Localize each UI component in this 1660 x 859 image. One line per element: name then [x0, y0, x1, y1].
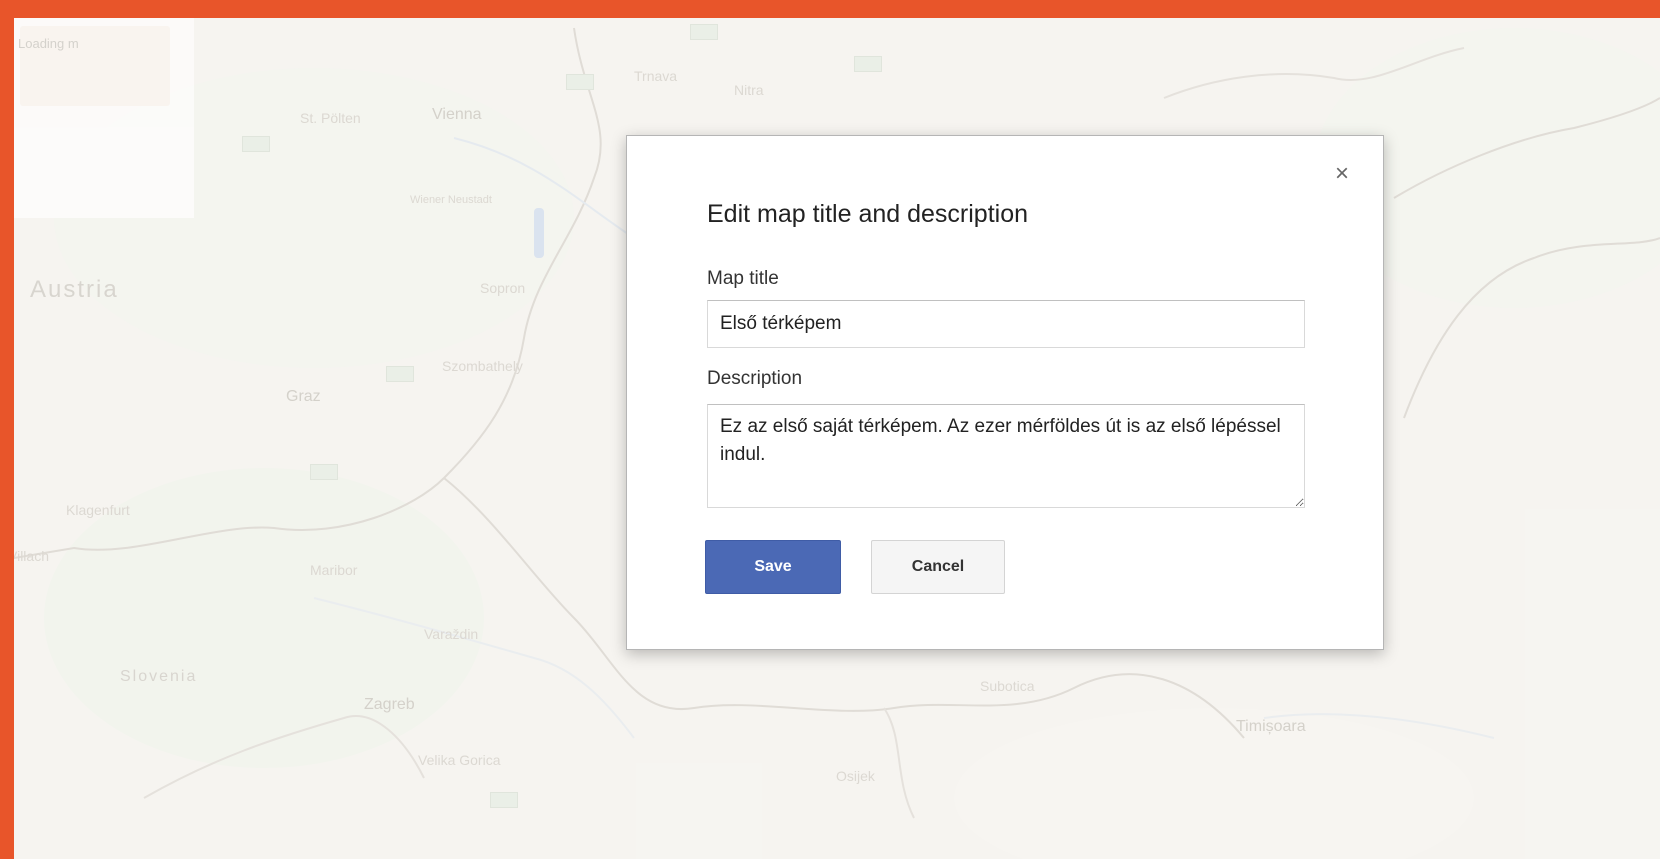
description-textarea[interactable]: Ez az első saját térképem. Az ezer mérfö… — [707, 404, 1305, 508]
map-title-input[interactable] — [707, 300, 1305, 348]
close-icon[interactable]: × — [1335, 162, 1349, 186]
description-label: Description — [707, 368, 803, 389]
map-canvas[interactable]: Loading m Austria Vienna St. Pölten Wien… — [14, 18, 1660, 859]
map-title-label: Map title — [707, 268, 779, 289]
cancel-button[interactable]: Cancel — [871, 540, 1005, 594]
dialog-title: Edit map title and description — [707, 200, 1029, 228]
save-button[interactable]: Save — [705, 540, 841, 594]
edit-map-dialog: × Edit map title and description Map tit… — [626, 135, 1384, 650]
screenshot-frame: Loading m Austria Vienna St. Pölten Wien… — [0, 0, 1660, 859]
